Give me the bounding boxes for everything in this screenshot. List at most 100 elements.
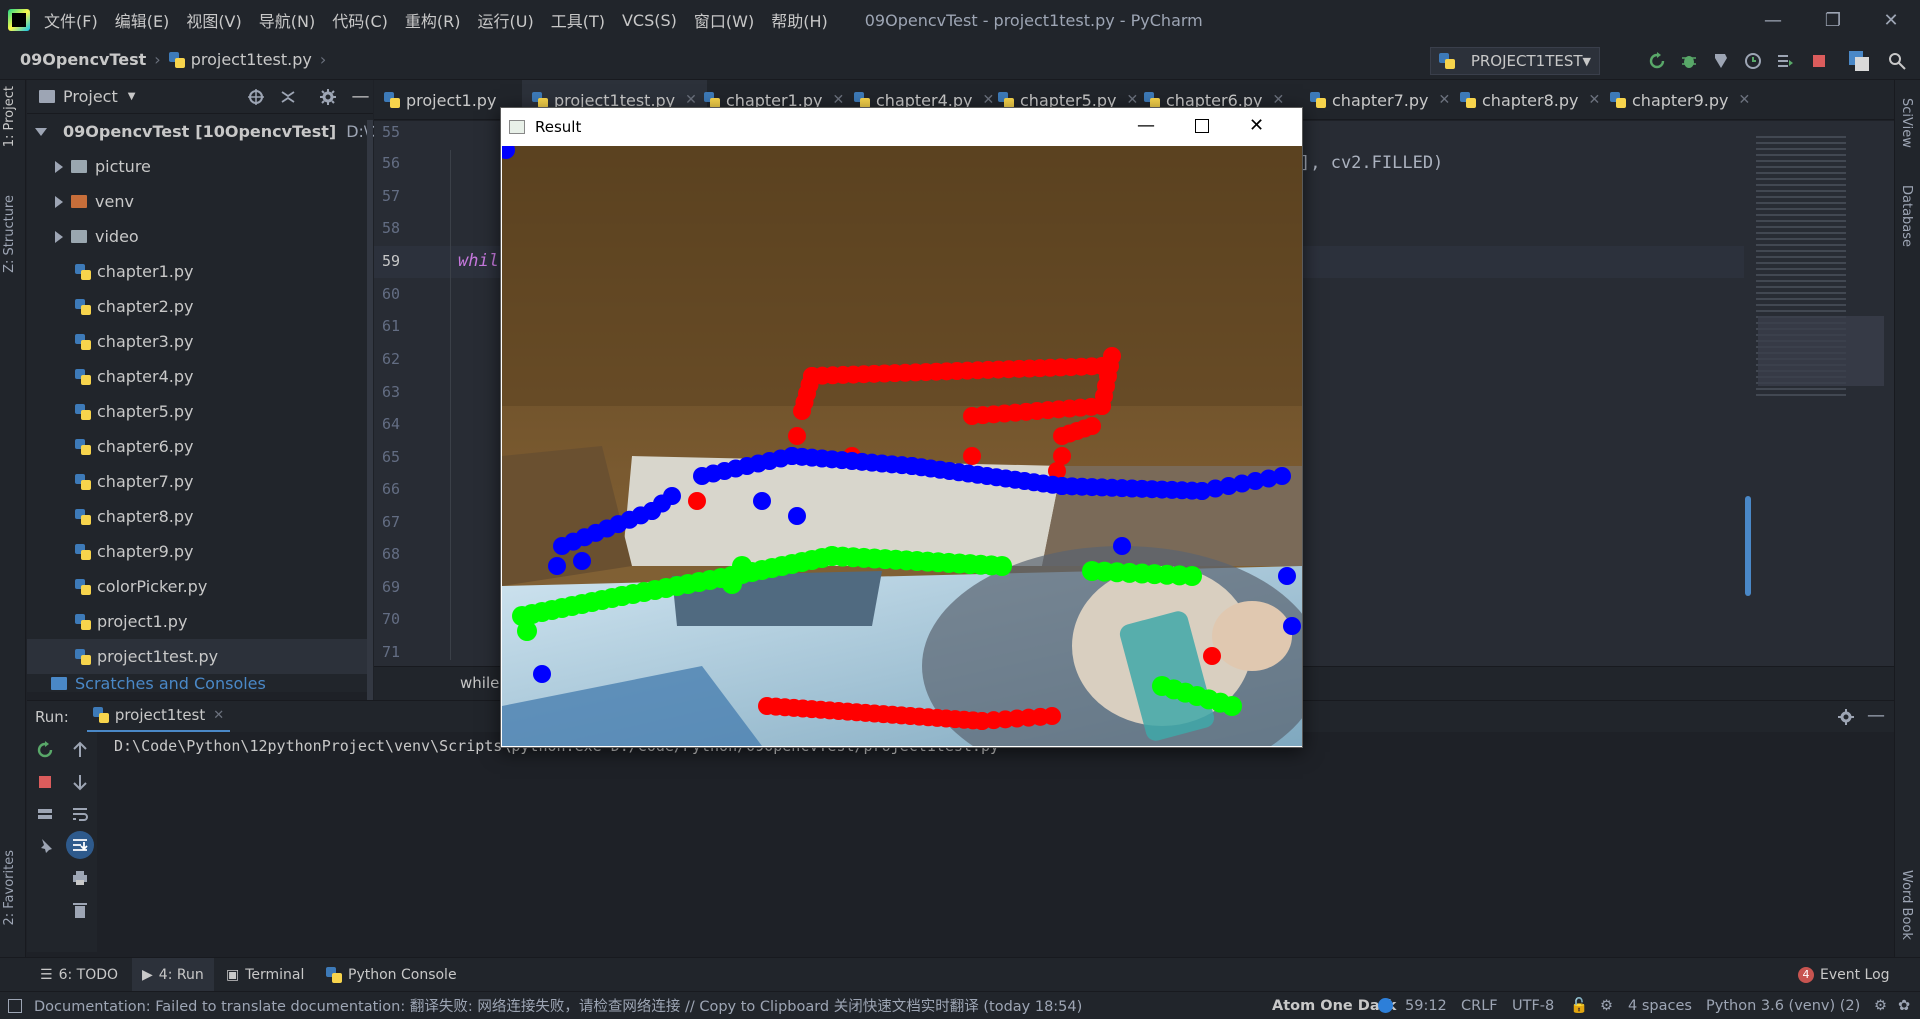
gear-icon[interactable] (319, 88, 337, 106)
interpreter-setting[interactable]: Python 3.6 (venv) (2) (1706, 998, 1860, 1014)
project-panel-title[interactable]: Project (63, 87, 118, 106)
hide-panel-icon[interactable]: — (1867, 705, 1885, 726)
close-tab-icon[interactable]: ✕ (1738, 92, 1750, 108)
close-button[interactable]: ✕ (1249, 115, 1264, 136)
close-tab-icon[interactable]: ✕ (832, 92, 844, 108)
minimap-viewport[interactable] (1758, 316, 1884, 386)
search-icon[interactable] (1888, 52, 1906, 70)
restore-button[interactable]: ❐ (1804, 0, 1862, 40)
menu-vcs[interactable]: VCS(S) (622, 11, 677, 30)
menu-view[interactable]: 视图(V) (186, 8, 241, 32)
tree-file[interactable]: chapter6.py (27, 429, 373, 464)
arrow-down-icon[interactable] (71, 773, 89, 791)
stop-icon[interactable] (36, 773, 54, 791)
tree-file[interactable]: chapter8.py (27, 499, 373, 534)
tool-tab-structure[interactable]: Z: Structure (2, 195, 17, 273)
layout-icon[interactable] (36, 805, 54, 823)
coverage-icon[interactable] (1712, 52, 1730, 70)
run-tab[interactable]: project1test ✕ (86, 701, 231, 733)
minimize-button[interactable]: — (1744, 0, 1802, 40)
breadcrumb-file[interactable]: project1test.py (191, 50, 312, 69)
tool-tab-terminal[interactable]: ▣ Terminal (226, 958, 304, 992)
stop-icon[interactable] (1810, 52, 1828, 70)
line-separator[interactable]: CRLF (1461, 998, 1498, 1014)
result-window-titlebar[interactable]: Result — ✕ (501, 108, 1302, 146)
collapse-all-icon[interactable] (279, 88, 297, 106)
tree-file[interactable]: chapter4.py (27, 359, 373, 394)
indent-setting[interactable]: 4 spaces (1628, 998, 1692, 1014)
tree-folder-venv[interactable]: venv (27, 184, 373, 219)
tool-tab-todo[interactable]: ☰ 6: TODO (40, 958, 118, 992)
code-breadcrumb[interactable]: while (460, 674, 499, 692)
menu-refactor[interactable]: 重构(R) (405, 8, 461, 32)
run-console[interactable] (27, 732, 1894, 952)
run-tasks-icon[interactable] (1776, 52, 1794, 70)
breadcrumb-project[interactable]: 09OpencvTest (20, 50, 146, 69)
soft-wrap-icon[interactable] (71, 805, 89, 823)
tree-file[interactable]: chapter9.py (27, 534, 373, 569)
run-config-select[interactable]: PROJECT1TEST ▼ (1430, 47, 1600, 75)
debug-icon[interactable] (1680, 52, 1698, 70)
tool-tab-favorites[interactable]: 2: Favorites (2, 850, 17, 926)
status-message[interactable]: Documentation: Failed to translate docum… (34, 995, 1082, 1016)
tree-scratches[interactable]: Scratches and Consoles (27, 674, 373, 692)
profile-icon[interactable] (1744, 52, 1762, 70)
tree-file[interactable]: chapter3.py (27, 324, 373, 359)
tree-file[interactable]: chapter1.py (27, 254, 373, 289)
tree-root[interactable]: 09OpencvTest [10OpencvTest] D:\Code\ (27, 114, 416, 149)
lock-icon[interactable]: 🔓 (1570, 997, 1588, 1014)
close-tab-icon[interactable]: ✕ (685, 92, 697, 108)
menu-edit[interactable]: 编辑(E) (115, 8, 170, 32)
memory-icon[interactable]: ⚙ (1874, 998, 1887, 1014)
editor-scrollbar[interactable] (1745, 496, 1751, 596)
toggle-tool-windows-icon[interactable] (8, 998, 22, 1013)
tool-tab-python-console[interactable]: Python Console (326, 958, 457, 992)
menu-tools[interactable]: 工具(T) (551, 8, 605, 32)
close-tab-icon[interactable]: ✕ (1126, 92, 1138, 108)
pin-icon[interactable] (36, 837, 54, 855)
close-button[interactable]: ✕ (1862, 0, 1920, 40)
tab-project1[interactable]: project1.py (384, 80, 496, 120)
minimize-button[interactable]: — (1137, 115, 1155, 136)
tool-tab-wordbook[interactable]: Word Book (1899, 870, 1914, 940)
tool-tab-run[interactable]: ▶ 4: Run (132, 958, 214, 992)
caret-position[interactable]: 59:12 (1405, 998, 1447, 1014)
close-tab-icon[interactable]: ✕ (213, 708, 224, 723)
close-tab-icon[interactable]: ✕ (1438, 92, 1450, 108)
menu-code[interactable]: 代码(C) (332, 8, 388, 32)
chevron-down-icon[interactable]: ▼ (128, 91, 136, 102)
tree-file[interactable]: chapter2.py (27, 289, 373, 324)
hide-panel-icon[interactable]: — (351, 86, 369, 107)
maximize-button[interactable] (1195, 119, 1209, 133)
tree-file[interactable]: chapter7.py (27, 464, 373, 499)
menu-navigate[interactable]: 导航(N) (259, 8, 315, 32)
tool-tab-event-log[interactable]: 4 Event Log (1798, 958, 1890, 992)
tool-tab-project[interactable]: 1: Project (2, 86, 17, 147)
tree-file-selected[interactable]: project1test.py (27, 639, 373, 674)
tab-chapter9[interactable]: chapter9.py ✕ (1610, 80, 1750, 120)
tree-file[interactable]: project1.py (27, 604, 373, 639)
tree-folder-video[interactable]: video (27, 219, 373, 254)
tree-file[interactable]: chapter5.py (27, 394, 373, 429)
rerun-icon[interactable] (36, 741, 54, 759)
project-scrollbar[interactable] (367, 120, 373, 720)
tree-folder-picture[interactable]: picture (27, 149, 373, 184)
menu-window[interactable]: 窗口(W) (694, 8, 754, 32)
tool-tab-sciview[interactable]: SciView (1899, 98, 1914, 148)
file-encoding[interactable]: UTF-8 (1512, 998, 1554, 1014)
menu-help[interactable]: 帮助(H) (771, 8, 828, 32)
paw-icon[interactable]: ✿ (1898, 998, 1910, 1014)
locate-icon[interactable] (247, 88, 265, 106)
close-tab-icon[interactable]: ✕ (982, 92, 994, 108)
translate-icon[interactable] (1848, 50, 1870, 72)
arrow-up-icon[interactable] (71, 741, 89, 759)
code-minimap[interactable] (1744, 121, 1894, 666)
tool-tab-database[interactable]: Database (1899, 185, 1914, 247)
tab-chapter7[interactable]: chapter7.py ✕ (1310, 80, 1450, 120)
trash-icon[interactable] (71, 901, 89, 919)
close-tab-icon[interactable]: ✕ (1588, 92, 1600, 108)
gear-icon[interactable] (1837, 708, 1855, 726)
menu-run[interactable]: 运行(U) (478, 8, 534, 32)
print-icon[interactable] (71, 869, 89, 887)
scroll-to-end-button[interactable] (66, 831, 94, 859)
